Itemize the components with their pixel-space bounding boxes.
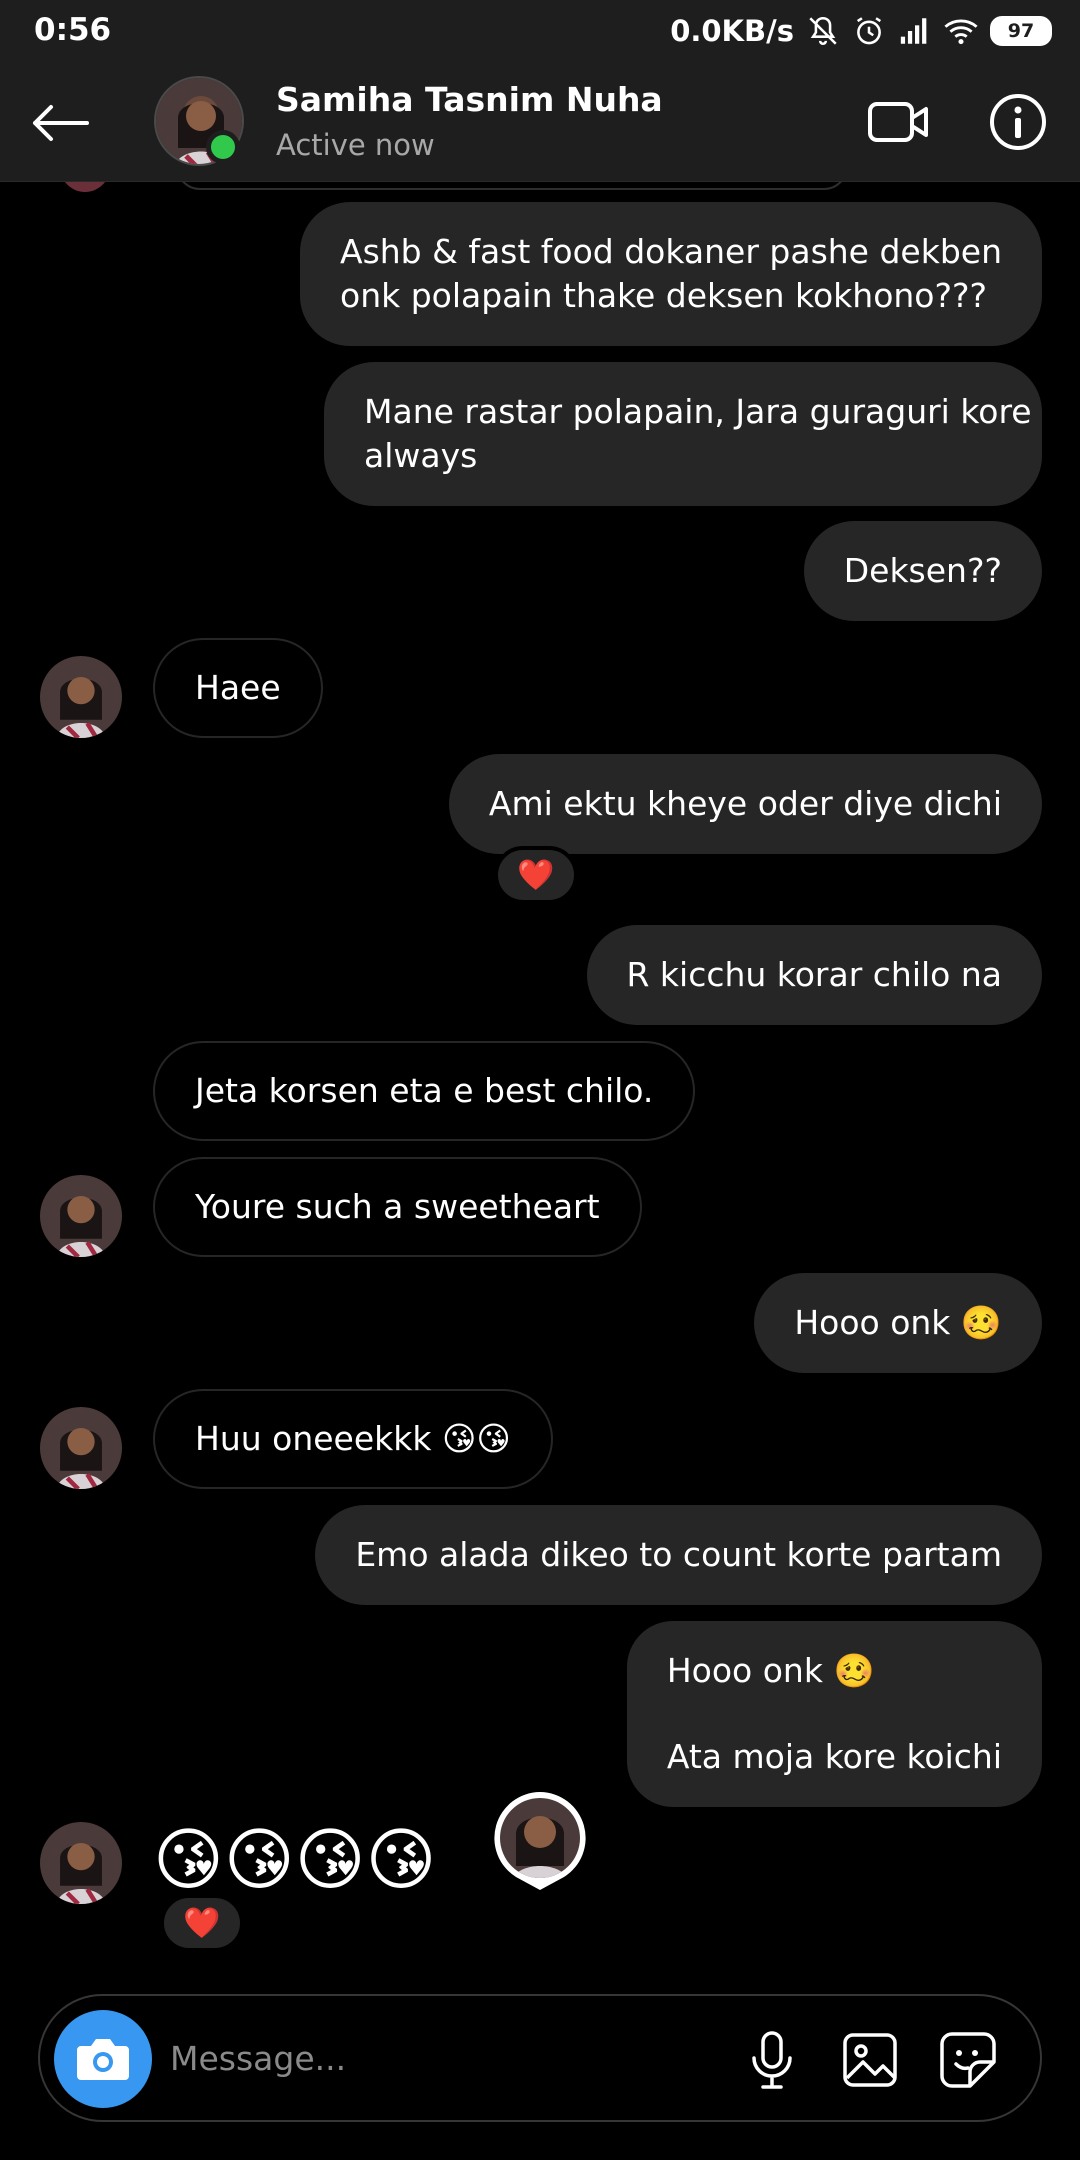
incoming-message[interactable]: Youre such a sweetheart [153,1157,642,1257]
microphone-icon [752,2031,792,2089]
online-indicator [206,130,240,164]
message-text: Hooo onk 🥴 [794,1303,1002,1342]
outgoing-message[interactable]: Ami ektu kheye oder diye dichi [448,754,1042,854]
incoming-message[interactable]: Haee [153,638,323,738]
image-icon [843,2033,897,2087]
outgoing-message[interactable]: Deksen?? [803,521,1042,621]
sticker-button[interactable] [936,2028,1000,2092]
message-text: 😘😘😘😘 [153,1821,437,1900]
sender-avatar[interactable] [40,656,122,738]
active-status: Active now [276,128,435,162]
message-text: Emo alada dikeo to count korte partam [355,1535,1002,1574]
avatar-photo [40,1407,122,1489]
outgoing-message[interactable]: Hooo onk 🥴 [754,1273,1042,1373]
incoming-message[interactable]: Jeta korsen eta e best chilo. [153,1041,696,1141]
battery-icon: 97 [990,16,1052,46]
status-icons: 0.0KB/s 97 [670,12,1052,50]
wifi-icon [944,19,978,45]
outgoing-message[interactable]: R kicchu korar chilo na [586,925,1042,1025]
sender-avatar[interactable] [40,1175,122,1257]
message-text: Ami ektu kheye oder diye dichi [488,784,1002,823]
message-text: Ata moja kore koichi [666,1737,1002,1776]
camera-button[interactable] [54,2010,152,2108]
seen-indicator-avatar [494,1792,586,1890]
message-text: Hooo onk 🥴 [666,1651,875,1690]
incoming-message[interactable]: Huu oneeekkk 😘😘 [153,1389,553,1489]
net-speed: 0.0KB/s [670,14,794,48]
partial-avatar [60,182,110,192]
signal-icon [900,18,927,44]
info-icon [990,94,1046,150]
alarm-icon [856,17,882,45]
message-composer [38,1994,1042,2122]
mute-icon [809,16,837,45]
status-bar: 0:56 0.0KB/s 97 [0,0,1080,62]
message-text: R kicchu korar chilo na [626,955,1003,994]
sender-avatar[interactable] [40,1822,122,1904]
sticker-icon [940,2032,996,2088]
back-arrow-icon [33,105,89,141]
message-input[interactable] [170,2026,730,2090]
camera-icon [77,2039,129,2080]
message-list[interactable]: Ashb & fast food dokaner pashe dekben on… [0,182,1080,1982]
emoji-message[interactable]: 😘😘😘😘 [153,1822,437,1900]
outgoing-message[interactable]: Ashb & fast food dokaner pashe dekben on… [300,202,1042,346]
outgoing-message[interactable]: Mane rastar polapain, Jara guraguri kore… [324,362,1042,506]
message-text: onk polapain thake deksen kokhono??? [340,276,988,315]
message-text: Youre such a sweetheart [195,1187,600,1226]
message-text: Deksen?? [843,551,1002,590]
avatar-photo [40,1175,122,1257]
message-text [667,1693,1002,1735]
message-text: Haee [195,668,281,707]
sender-avatar[interactable] [40,1407,122,1489]
avatar-photo [40,1822,122,1904]
message-text: Ashb & fast food dokaner pashe dekben [340,232,1002,271]
contact-name[interactable]: Samiha Tasnim Nuha [276,80,663,119]
message-text: Huu oneeekkk 😘😘 [195,1419,511,1458]
video-call-button[interactable] [864,92,934,152]
heart-reaction[interactable]: ❤️ [160,1894,244,1952]
back-button[interactable] [26,90,92,156]
voice-message-button[interactable] [740,2028,804,2092]
avatar-photo [40,656,122,738]
gallery-button[interactable] [838,2028,902,2092]
partial-message [176,182,848,190]
video-camera-icon [868,102,928,142]
chat-header: Samiha Tasnim Nuha Active now [0,62,1080,182]
outgoing-message[interactable]: Emo alada dikeo to count korte partam [315,1505,1042,1605]
info-button[interactable] [986,90,1050,154]
message-text: always [364,436,478,475]
status-time: 0:56 [34,12,112,48]
message-text: Jeta korsen eta e best chilo. [195,1071,654,1110]
message-text: Mane rastar polapain, Jara guraguri kore [364,392,1032,431]
heart-reaction[interactable]: ❤️ [494,846,578,904]
outgoing-message[interactable]: Hooo onk 🥴 Ata moja kore koichi [626,1621,1042,1807]
